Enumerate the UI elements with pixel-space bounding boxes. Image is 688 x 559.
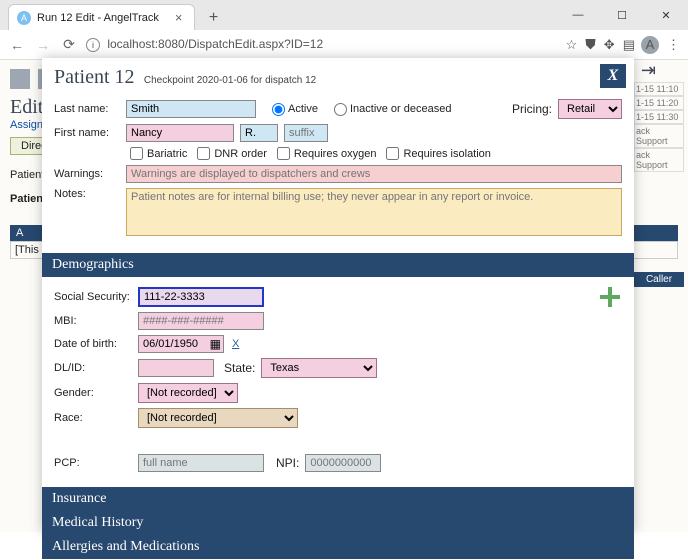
inactive-label: Inactive or deceased — [350, 103, 452, 115]
npi-label: NPI: — [276, 456, 299, 470]
middle-initial-input[interactable] — [240, 124, 278, 142]
suffix-input[interactable] — [284, 124, 328, 142]
pcp-input[interactable] — [138, 454, 264, 472]
exit-icon[interactable]: ⇥ — [634, 60, 656, 82]
notes-textarea[interactable] — [126, 188, 622, 236]
gender-label: Gender: — [54, 387, 132, 399]
browser-tab[interactable]: A Run 12 Edit - AngelTrack × — [8, 4, 195, 30]
reload-icon[interactable]: ⟳ — [60, 36, 78, 53]
plus-nav-icon[interactable] — [600, 287, 620, 307]
mbi-label: MBI: — [54, 315, 132, 327]
tab-close-icon[interactable]: × — [175, 10, 183, 25]
url-field[interactable]: i localhost:8080/DispatchEdit.aspx?ID=12 — [86, 37, 558, 52]
shield-icon[interactable]: ⛊ — [585, 36, 596, 53]
menu-icon[interactable]: ⋮ — [667, 37, 680, 53]
oxygen-checkbox[interactable] — [277, 147, 290, 160]
npi-input[interactable] — [305, 454, 381, 472]
demographics-section: Social Security: MBI: Date of birth: ▦ X… — [42, 277, 634, 487]
inactive-radio[interactable] — [334, 103, 347, 116]
ssn-label: Social Security: — [54, 291, 132, 303]
race-label: Race: — [54, 412, 132, 424]
first-name-label: First name: — [54, 127, 120, 139]
notes-label: Notes: — [54, 188, 120, 200]
star-icon[interactable]: ☆ — [566, 37, 578, 53]
modal-title: Patient 12 — [54, 66, 135, 88]
bariatric-label: Bariatric — [147, 148, 187, 160]
isolation-checkbox[interactable] — [386, 147, 399, 160]
medical-history-section-header[interactable]: Medical History — [42, 511, 634, 535]
browser-extensions: ☆ ⛊ ✥ ▤ A ⋮ — [566, 36, 680, 54]
back-icon[interactable]: ← — [8, 37, 26, 53]
close-window-button[interactable]: ✕ — [644, 0, 688, 30]
ssn-input[interactable] — [138, 287, 264, 307]
state-label: State: — [224, 361, 255, 375]
active-radio[interactable] — [272, 103, 285, 116]
calendar-icon[interactable]: ▦ — [210, 337, 221, 351]
bg-time: 1-15 11:30 — [634, 110, 684, 124]
patient-basic-form: Last name: Active Inactive or deceased P… — [42, 99, 634, 253]
active-label: Active — [288, 103, 318, 115]
minimize-button[interactable]: — — [556, 0, 600, 30]
dlid-input[interactable] — [138, 359, 214, 377]
tab-title: Run 12 Edit - AngelTrack — [37, 12, 159, 24]
race-select[interactable]: [Not recorded] — [138, 408, 298, 428]
address-bar: ← → ⟳ i localhost:8080/DispatchEdit.aspx… — [0, 30, 688, 60]
modal-subtitle: Checkpoint 2020-01-06 for dispatch 12 — [144, 75, 316, 86]
last-name-label: Last name: — [54, 103, 120, 115]
window-controls: — ☐ ✕ — [556, 0, 688, 30]
dob-clear-link[interactable]: X — [232, 338, 239, 350]
new-tab-button[interactable]: + — [201, 6, 225, 30]
modal-close-button[interactable]: X — [600, 64, 626, 88]
pricing-label: Pricing: — [512, 102, 552, 116]
forward-icon[interactable]: → — [34, 37, 52, 53]
demographics-section-header[interactable]: Demographics — [42, 253, 634, 277]
warnings-label: Warnings: — [54, 168, 120, 180]
site-info-icon[interactable]: i — [86, 38, 100, 52]
patient-modal: Patient 12 Checkpoint 2020-01-06 for dis… — [42, 58, 634, 532]
warnings-input[interactable] — [126, 165, 622, 183]
maximize-button[interactable]: ☐ — [600, 0, 644, 30]
bg-support: ack Support — [634, 124, 684, 148]
mbi-input[interactable] — [138, 312, 264, 330]
grid-icon[interactable]: ▤ — [623, 37, 633, 53]
last-name-input[interactable] — [126, 100, 256, 118]
puzzle-icon[interactable]: ✥ — [604, 37, 615, 53]
dob-label: Date of birth: — [54, 338, 132, 350]
bg-toolbar-icon[interactable] — [10, 69, 30, 89]
background-right-panel: ⇥ 1-15 11:10 1-15 11:20 1-15 11:30 ack S… — [634, 60, 684, 289]
bariatric-checkbox[interactable] — [130, 147, 143, 160]
isolation-label: Requires isolation — [403, 148, 490, 160]
browser-titlebar: A Run 12 Edit - AngelTrack × + — ☐ ✕ — [0, 0, 688, 30]
insurance-section-header[interactable]: Insurance — [42, 487, 634, 511]
state-select[interactable]: Texas — [261, 358, 377, 378]
bg-caller-header: Caller — [634, 272, 684, 287]
modal-header: Patient 12 Checkpoint 2020-01-06 for dis… — [42, 58, 634, 99]
bg-support: ack Support — [634, 148, 684, 172]
allergies-section-header[interactable]: Allergies and Medications — [42, 535, 634, 559]
oxygen-label: Requires oxygen — [294, 148, 377, 160]
gender-select[interactable]: [Not recorded] — [138, 383, 238, 403]
bg-time: 1-15 11:20 — [634, 96, 684, 110]
dnr-checkbox[interactable] — [197, 147, 210, 160]
bg-time: 1-15 11:10 — [634, 82, 684, 96]
pricing-select[interactable]: Retail — [558, 99, 622, 119]
favicon-icon: A — [17, 11, 31, 25]
profile-avatar[interactable]: A — [641, 36, 659, 54]
dlid-label: DL/ID: — [54, 362, 132, 374]
dnr-label: DNR order — [214, 148, 267, 160]
pcp-label: PCP: — [54, 457, 132, 469]
first-name-input[interactable] — [126, 124, 234, 142]
